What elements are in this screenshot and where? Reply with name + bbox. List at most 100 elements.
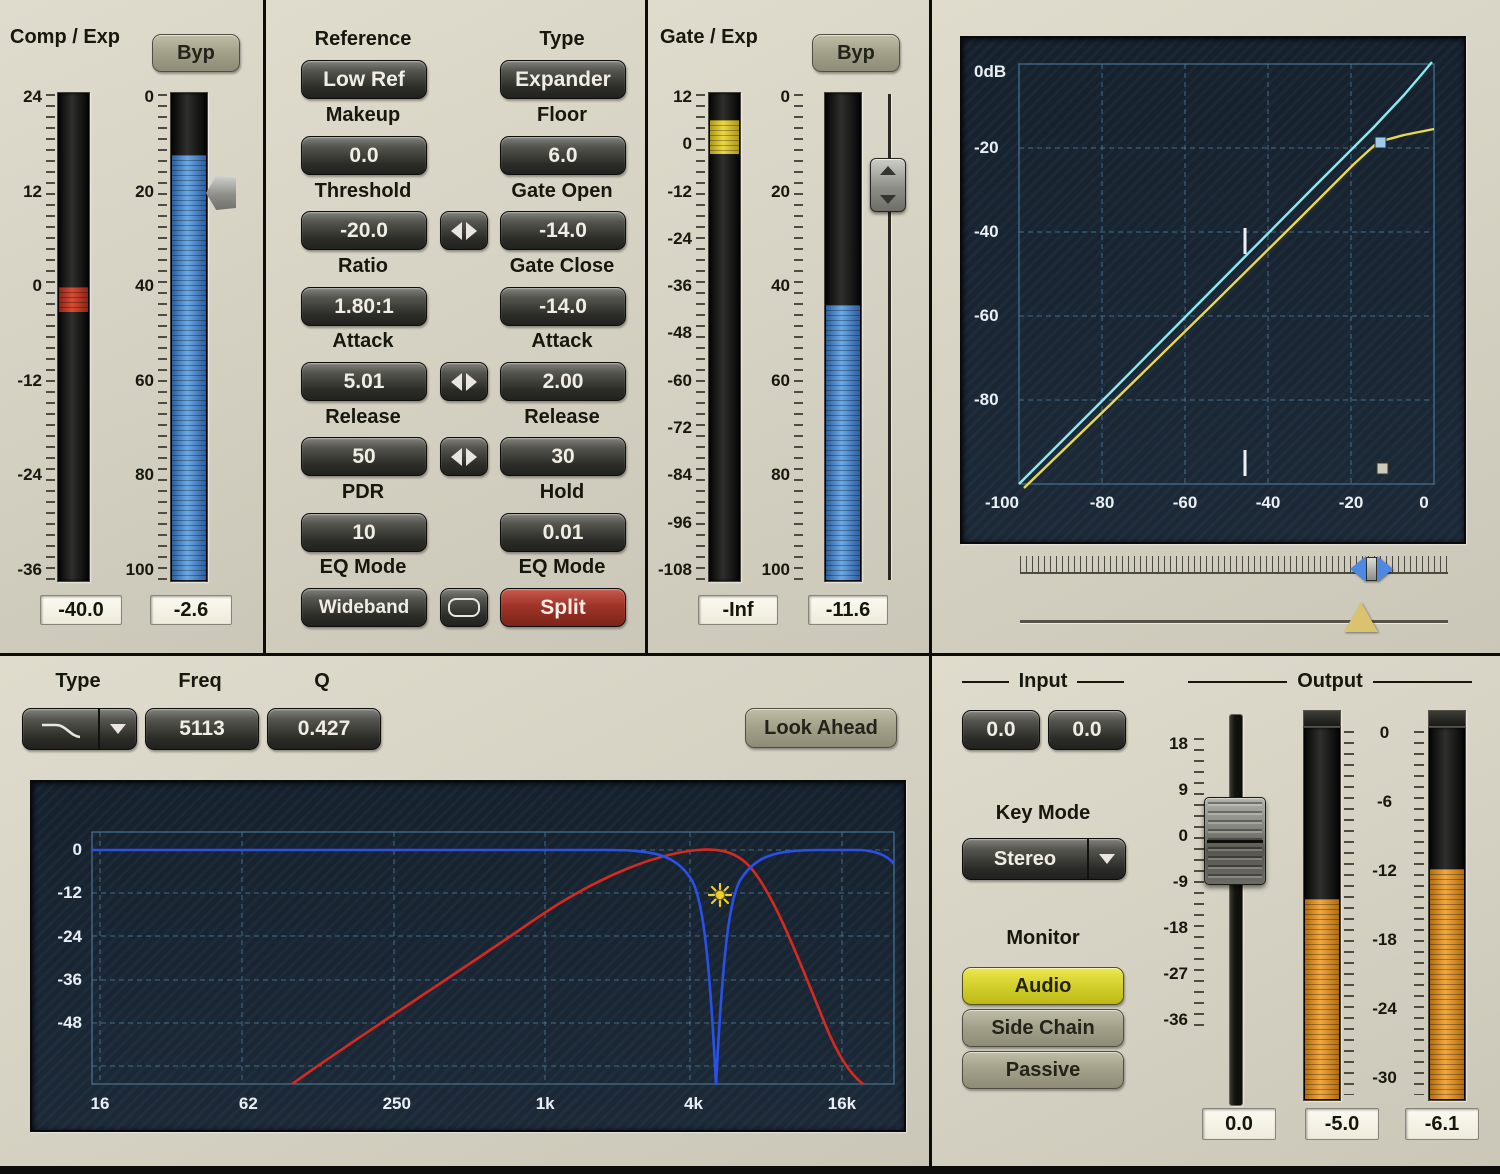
scale-label: -24 <box>1372 999 1397 1019</box>
scale-label: -30 <box>1372 1068 1397 1088</box>
threshold-link-button[interactable] <box>440 211 488 250</box>
scale-label: -20 <box>974 138 1018 158</box>
comp-threshold-handle[interactable] <box>206 176 236 210</box>
type-value[interactable]: Expander <box>500 60 626 99</box>
eq-type-dropdown[interactable] <box>22 708 137 750</box>
key-mode-value: Stereo <box>963 848 1087 871</box>
eq-node-icon[interactable] <box>709 884 731 906</box>
output-meter-tick-ruler <box>1344 731 1354 1095</box>
monitor-audio-button[interactable]: Audio <box>962 967 1124 1005</box>
transfer-y-scale: -20-40-60-80 <box>974 138 1018 410</box>
chevron-down-icon[interactable] <box>1087 839 1125 879</box>
monitor-side-chain-button[interactable]: Side Chain <box>962 1009 1124 1047</box>
input-right-value[interactable]: 0.0 <box>1048 710 1126 750</box>
attack-value[interactable]: 5.01 <box>301 362 427 401</box>
gate-bypass-button[interactable]: Byp <box>812 34 900 72</box>
gate-attack-value[interactable]: 2.00 <box>500 362 626 401</box>
comp-exp-title: Comp / Exp <box>10 26 120 49</box>
makeup-slider-handle[interactable] <box>1344 602 1378 632</box>
makeup-label: Makeup <box>284 104 442 127</box>
knee-marker[interactable] <box>1375 137 1386 148</box>
threshold-slider-handle[interactable] <box>1350 552 1393 586</box>
output-fader-track[interactable] <box>1229 714 1243 1106</box>
gate-close-value[interactable]: -14.0 <box>500 287 626 326</box>
comp-gr-tick-ruler <box>46 94 55 580</box>
attack-link-button[interactable] <box>440 362 488 401</box>
comp-bypass-button[interactable]: Byp <box>152 34 240 72</box>
gate-threshold-handle[interactable] <box>870 158 906 212</box>
x-tick: -100 <box>972 493 1032 513</box>
scale-label: 4k <box>664 1094 724 1114</box>
eq-mode-comp-value[interactable]: Wideband <box>301 588 427 627</box>
x-tick: 0 <box>1394 493 1454 513</box>
floor-value[interactable]: 6.0 <box>500 136 626 175</box>
scale-label: -24 <box>667 229 692 249</box>
eq-grid <box>92 832 894 1084</box>
transfer-graph-panel: 0dB -20-40-60-80 -100 -80 -60 -40 -20 0 <box>932 0 1500 653</box>
gate-open-value[interactable]: -14.0 <box>500 211 626 250</box>
eq-q-value[interactable]: 0.427 <box>267 708 381 750</box>
scale-label: -40 <box>974 222 1018 242</box>
output-meter-right-clip[interactable] <box>1428 710 1466 727</box>
scale-label: 60 <box>135 371 154 391</box>
pdr-label: PDR <box>284 481 442 504</box>
scale-label: 100 <box>126 560 154 580</box>
release-link-button[interactable] <box>440 437 488 476</box>
threshold-value[interactable]: -20.0 <box>301 211 427 250</box>
output-right-readout: -6.1 <box>1405 1108 1479 1140</box>
floor-marker[interactable] <box>1377 463 1388 474</box>
scale-label: -48 <box>57 1013 82 1033</box>
gate-attack-label: Attack <box>482 330 642 353</box>
input-left-value[interactable]: 0.0 <box>962 710 1040 750</box>
output-fader-knob[interactable] <box>1204 797 1266 885</box>
scale-label: -24 <box>17 465 42 485</box>
gate-meter-scale: 120-12-24-36-48-60-72-84-96-108 <box>648 87 692 580</box>
eq-band-curve <box>292 850 863 1084</box>
comp-threshold-scale: 020406080100 <box>112 87 154 580</box>
release-value[interactable]: 50 <box>301 437 427 476</box>
scale-label: -72 <box>667 418 692 438</box>
split-view-button[interactable] <box>440 588 488 627</box>
link-arrows-icon <box>451 222 462 240</box>
arrow-left-icon <box>1350 556 1366 582</box>
scale-label: -18 <box>1372 930 1397 950</box>
gate-meter-tick-ruler <box>696 94 705 580</box>
scale-label: -9 <box>1173 872 1188 892</box>
scale-label: 60 <box>771 371 790 391</box>
x-tick: -40 <box>1238 493 1298 513</box>
look-ahead-button[interactable]: Look Ahead <box>745 708 897 748</box>
pdr-value[interactable]: 10 <box>301 513 427 552</box>
x-tick: -20 <box>1321 493 1381 513</box>
comp-threshold-meter <box>170 92 208 582</box>
scale-label: -18 <box>1163 918 1188 938</box>
output-meter-left-clip[interactable] <box>1303 710 1341 727</box>
link-arrows-icon <box>451 373 462 391</box>
chevron-down-icon[interactable] <box>98 709 136 749</box>
eq-freq-value[interactable]: 5113 <box>145 708 259 750</box>
scale-label: -80 <box>974 390 1018 410</box>
eq-mode-gate-value[interactable]: Split <box>500 588 626 627</box>
hold-value[interactable]: 0.01 <box>500 513 626 552</box>
output-meter-scale: 0-6-12-18-24-30 <box>1357 723 1412 1088</box>
eq-x-scale: 16622501k4k16k <box>70 1094 872 1114</box>
gate-release-value[interactable]: 30 <box>500 437 626 476</box>
eq-type-label: Type <box>28 670 128 693</box>
eq-mode-comp-label: EQ Mode <box>284 556 442 579</box>
reference-value[interactable]: Low Ref <box>301 60 427 99</box>
scale-label: 80 <box>771 465 790 485</box>
scale-label: 20 <box>135 182 154 202</box>
makeup-value[interactable]: 0.0 <box>301 136 427 175</box>
output-meter-right <box>1428 727 1466 1101</box>
scale-label: 0 <box>781 87 790 107</box>
scale-label: -60 <box>667 371 692 391</box>
gate-exp-title: Gate / Exp <box>660 26 758 49</box>
scale-label: 0 <box>73 840 82 860</box>
monitor-passive-button[interactable]: Passive <box>962 1051 1124 1089</box>
graph-zero-label: 0dB <box>974 62 1006 82</box>
scale-label: 18 <box>1169 734 1188 754</box>
key-mode-dropdown[interactable]: Stereo <box>962 838 1126 880</box>
makeup-slider-track[interactable] <box>1020 620 1448 623</box>
output-header: Output <box>1188 670 1472 693</box>
controls-panel: Reference Low Ref Type Expander Makeup 0… <box>266 0 645 653</box>
ratio-value[interactable]: 1.80:1 <box>301 287 427 326</box>
